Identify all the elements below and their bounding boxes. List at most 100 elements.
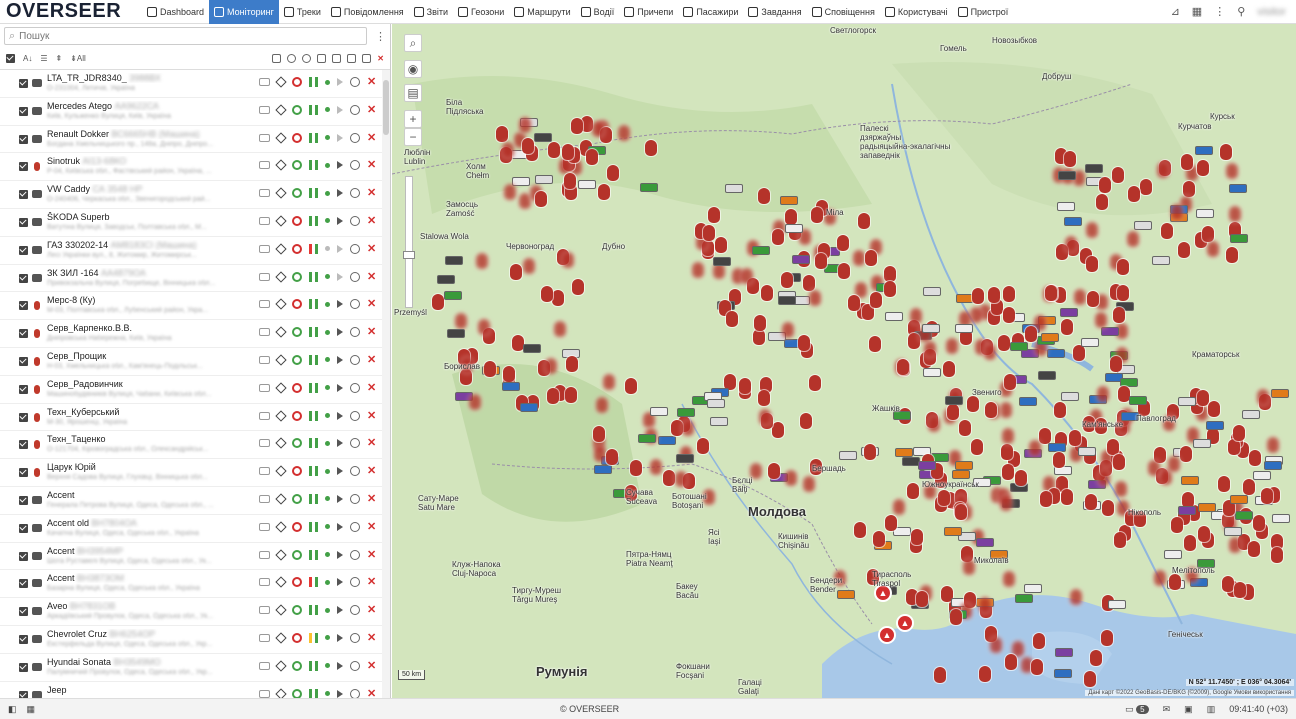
truck-icon[interactable] (259, 300, 270, 309)
truck-icon[interactable] (259, 661, 270, 670)
unit-row[interactable]: Техн_Таценко О-121704, Кіровоградська об… (0, 431, 383, 460)
vehicle-marker[interactable] (675, 471, 688, 488)
vehicle-marker[interactable] (784, 224, 803, 234)
delete-icon[interactable]: ✕ (367, 299, 377, 310)
unit-checkbox[interactable] (19, 468, 28, 478)
grid-icon[interactable]: ▦ (1192, 5, 1202, 18)
nav-item-11[interactable]: Сповіщення (807, 0, 880, 24)
unit-checkbox[interactable] (19, 495, 28, 505)
vehicle-marker[interactable] (593, 465, 612, 475)
navigate-icon[interactable] (350, 549, 360, 560)
nav-item-1[interactable]: Моніторинг (209, 0, 279, 24)
vehicle-marker[interactable] (597, 183, 610, 200)
vehicle-marker[interactable] (792, 255, 811, 265)
delete-icon[interactable]: ✕ (367, 77, 377, 88)
vehicle-marker[interactable] (1057, 170, 1076, 180)
vehicle-marker[interactable] (972, 288, 985, 305)
zoom-out-button[interactable]: − (404, 128, 422, 146)
vehicle-marker[interactable] (1151, 256, 1170, 266)
vehicle-marker[interactable] (800, 412, 813, 429)
unit-row[interactable]: ЗК ЗИЛ -164 АА4879ОА Привокзальна Вулиця,… (0, 265, 383, 293)
filter-icon[interactable]: ⇞ (56, 54, 63, 63)
vehicle-marker[interactable] (1128, 396, 1147, 405)
delete-icon[interactable]: ✕ (367, 354, 377, 365)
vehicle-marker[interactable] (1111, 166, 1124, 183)
vehicle-marker[interactable] (922, 286, 941, 296)
navigate-icon[interactable] (350, 466, 360, 477)
locate-icon[interactable] (275, 465, 287, 477)
vehicle-marker[interactable] (784, 209, 797, 226)
vehicle-marker[interactable] (1264, 460, 1283, 470)
nav-item-5[interactable]: Геозони (453, 0, 509, 24)
vehicle-marker[interactable] (522, 258, 535, 275)
vehicle-marker[interactable] (562, 144, 575, 161)
delete-icon[interactable]: ✕ (367, 215, 377, 226)
vehicle-marker[interactable] (1257, 388, 1270, 405)
unit-row[interactable]: Renault Dokker ВС6665НВ (Машина) Богдана … (0, 126, 383, 154)
vehicle-marker[interactable] (502, 142, 515, 159)
truck-icon[interactable] (259, 272, 270, 281)
unit-row[interactable]: Hyundai Sonata ВН3549МО Палумничий Провул… (0, 654, 383, 682)
locate-icon[interactable] (275, 604, 287, 616)
unit-checkbox[interactable] (19, 217, 28, 227)
vehicle-marker[interactable] (1260, 487, 1273, 504)
gps-play-icon[interactable] (337, 633, 343, 642)
unit-row[interactable]: Accent ВН3873ОМ Базарна Вулиця, Одеса, Од… (0, 570, 383, 599)
vehicle-marker[interactable] (1024, 584, 1043, 594)
unit-row[interactable]: Accent ВН3954МР Шота Руставелі Вулиця, Од… (0, 543, 383, 571)
vehicle-marker[interactable] (676, 408, 695, 418)
delete-icon[interactable]: ✕ (367, 549, 377, 560)
vehicle-marker[interactable] (838, 262, 851, 279)
vehicle-marker[interactable] (697, 438, 710, 455)
zoom-slider[interactable] (403, 176, 415, 308)
vehicle-marker[interactable] (761, 284, 773, 301)
unit-row[interactable]: LTA_TR_JDR8340_ 3988ВХ О-231004, Летичів,… (0, 70, 383, 98)
vehicle-marker[interactable] (1063, 217, 1082, 227)
vehicle-marker[interactable] (873, 531, 886, 548)
vehicle-marker[interactable] (917, 461, 936, 471)
vehicle-marker[interactable] (1229, 183, 1248, 193)
alarm-marker-icon[interactable]: ▲ (878, 626, 896, 644)
vehicle-marker[interactable] (759, 408, 772, 425)
vehicle-marker[interactable] (988, 286, 1001, 303)
vehicle-marker[interactable] (1001, 464, 1014, 481)
play-icon[interactable] (337, 78, 343, 86)
vehicle-marker[interactable] (593, 426, 606, 443)
navigate-icon[interactable] (350, 660, 360, 671)
vehicle-marker[interactable] (809, 375, 822, 392)
search-input[interactable] (19, 30, 366, 42)
vehicle-marker[interactable] (443, 291, 462, 301)
vehicle-marker[interactable] (509, 263, 522, 280)
vehicle-marker[interactable] (1060, 488, 1073, 505)
vehicle-marker[interactable] (1031, 659, 1044, 676)
vehicle-marker[interactable] (564, 173, 577, 190)
vehicle-marker[interactable] (1117, 385, 1130, 402)
truck-icon[interactable] (259, 216, 270, 225)
zoom-in-button[interactable]: + (404, 110, 422, 128)
vehicle-marker[interactable] (976, 537, 995, 547)
navigate-icon[interactable] (350, 605, 360, 616)
gps-play-icon[interactable] (337, 467, 343, 476)
vehicle-marker[interactable] (852, 249, 865, 266)
vehicle-marker[interactable] (512, 177, 531, 187)
vehicle-marker[interactable] (1041, 333, 1060, 343)
vehicle-marker[interactable] (708, 207, 721, 224)
vehicle-marker[interactable] (1221, 576, 1234, 593)
vehicle-marker[interactable] (910, 529, 923, 546)
vehicle-marker[interactable] (909, 308, 922, 325)
locate-icon[interactable] (275, 131, 287, 144)
locate-icon[interactable] (275, 270, 287, 283)
gps-play-icon[interactable] (337, 439, 343, 448)
vehicle-marker[interactable] (836, 235, 849, 252)
nav-item-9[interactable]: Пасажири (678, 0, 743, 24)
vehicle-marker[interactable] (726, 311, 738, 328)
vehicle-marker[interactable] (1107, 599, 1126, 609)
vehicle-marker[interactable] (1002, 286, 1015, 303)
unit-checkbox[interactable] (19, 551, 28, 561)
vehicle-marker[interactable] (923, 340, 936, 357)
vehicle-marker[interactable] (1028, 439, 1041, 456)
vehicle-marker[interactable] (1177, 241, 1190, 258)
vehicle-marker[interactable] (757, 389, 770, 406)
locate-icon[interactable] (275, 243, 287, 255)
gps-play-icon[interactable] (337, 550, 343, 559)
